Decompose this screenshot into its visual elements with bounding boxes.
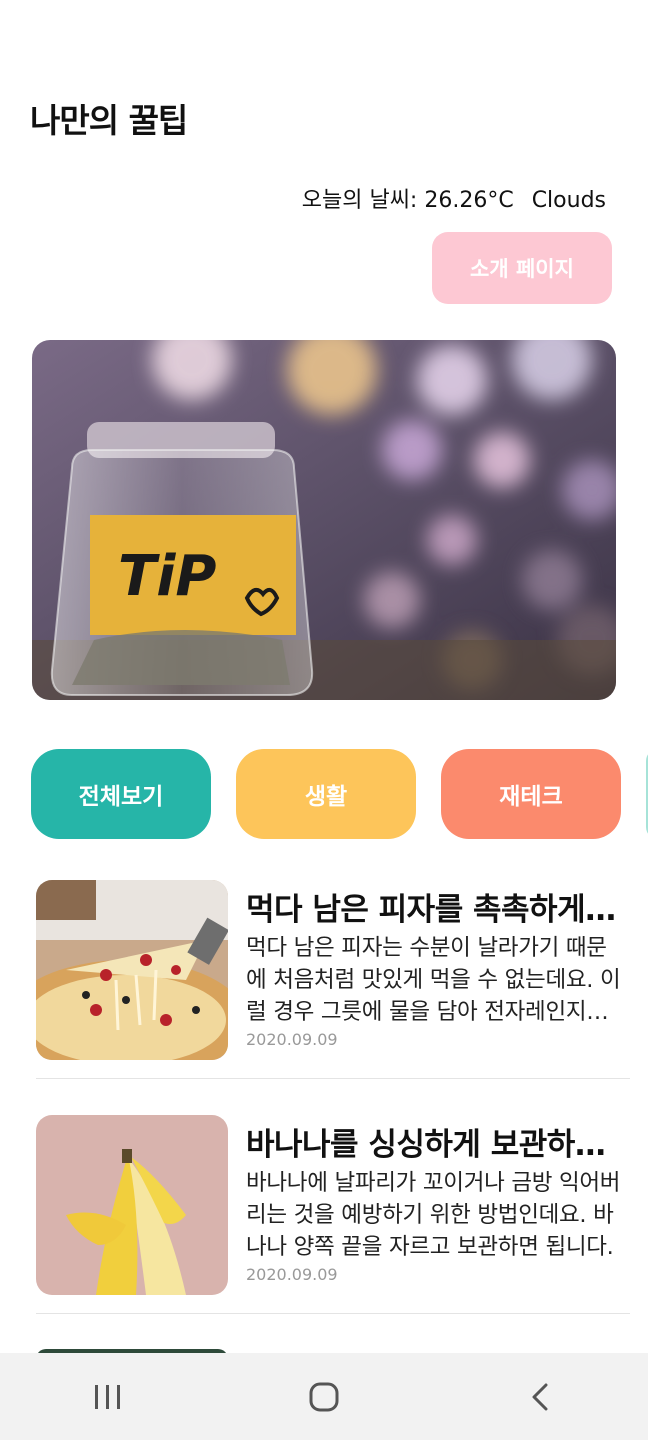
post-description: 바나나에 날파리가 꼬이거나 금방 익어버리는 것을 예방하기 위한 방법인데요… bbox=[246, 1170, 621, 1260]
post-thumbnail bbox=[36, 880, 228, 1060]
weather-condition: Clouds bbox=[531, 188, 606, 213]
category-life-button[interactable]: 생활 bbox=[236, 749, 416, 839]
list-item[interactable]: 바나나를 싱싱하게 보관하는 방법 바나나에 날파리가 꼬이거나 금방 익어버리… bbox=[36, 1115, 630, 1295]
post-description: 먹다 남은 피자는 수분이 날라가기 때문에 처음처럼 맛있게 먹을 수 없는데… bbox=[246, 935, 621, 1025]
divider bbox=[36, 1078, 630, 1079]
list-item[interactable]: 먹다 남은 피자를 촉촉하게 먹는 방법 먹다 남은 피자는 수분이 날라가기 … bbox=[36, 880, 630, 1060]
back-button[interactable] bbox=[500, 1367, 580, 1427]
weather-temperature: 26.26°C bbox=[424, 188, 514, 213]
divider bbox=[36, 1313, 630, 1314]
pizza-photo bbox=[36, 880, 228, 1060]
home-button[interactable] bbox=[284, 1367, 364, 1427]
app-screen: 나만의 꿀팁 오늘의 날씨: 26.26°C Clouds 소개 페이지 TiP… bbox=[0, 0, 648, 1440]
weather-status: 오늘의 날씨: 26.26°C Clouds bbox=[302, 182, 606, 214]
back-icon bbox=[532, 1383, 548, 1410]
hero-image: TiP bbox=[32, 340, 616, 700]
category-all-button[interactable]: 전체보기 bbox=[31, 749, 211, 839]
page-title: 나만의 꿀팁 bbox=[30, 101, 188, 140]
post-date: 2020.09.09 bbox=[246, 1265, 338, 1284]
about-page-button[interactable]: 소개 페이지 bbox=[432, 232, 612, 304]
weather-label: 오늘의 날씨: bbox=[301, 188, 418, 213]
recent-apps-icon bbox=[95, 1384, 120, 1409]
category-finance-button[interactable]: 재테크 bbox=[441, 749, 621, 839]
jar-tip-text: TiP bbox=[118, 544, 216, 609]
system-navigation-bar bbox=[0, 1353, 648, 1440]
banana-photo bbox=[36, 1115, 228, 1295]
tip-jar-photo: TiP bbox=[32, 340, 616, 700]
post-thumbnail bbox=[36, 1115, 228, 1295]
recent-apps-button[interactable] bbox=[68, 1367, 148, 1427]
home-icon bbox=[309, 1382, 339, 1411]
post-title: 먹다 남은 피자를 촉촉하게 먹는 방법 bbox=[246, 892, 622, 928]
post-date: 2020.09.09 bbox=[246, 1030, 338, 1049]
post-title: 바나나를 싱싱하게 보관하는 방법 bbox=[246, 1127, 622, 1163]
